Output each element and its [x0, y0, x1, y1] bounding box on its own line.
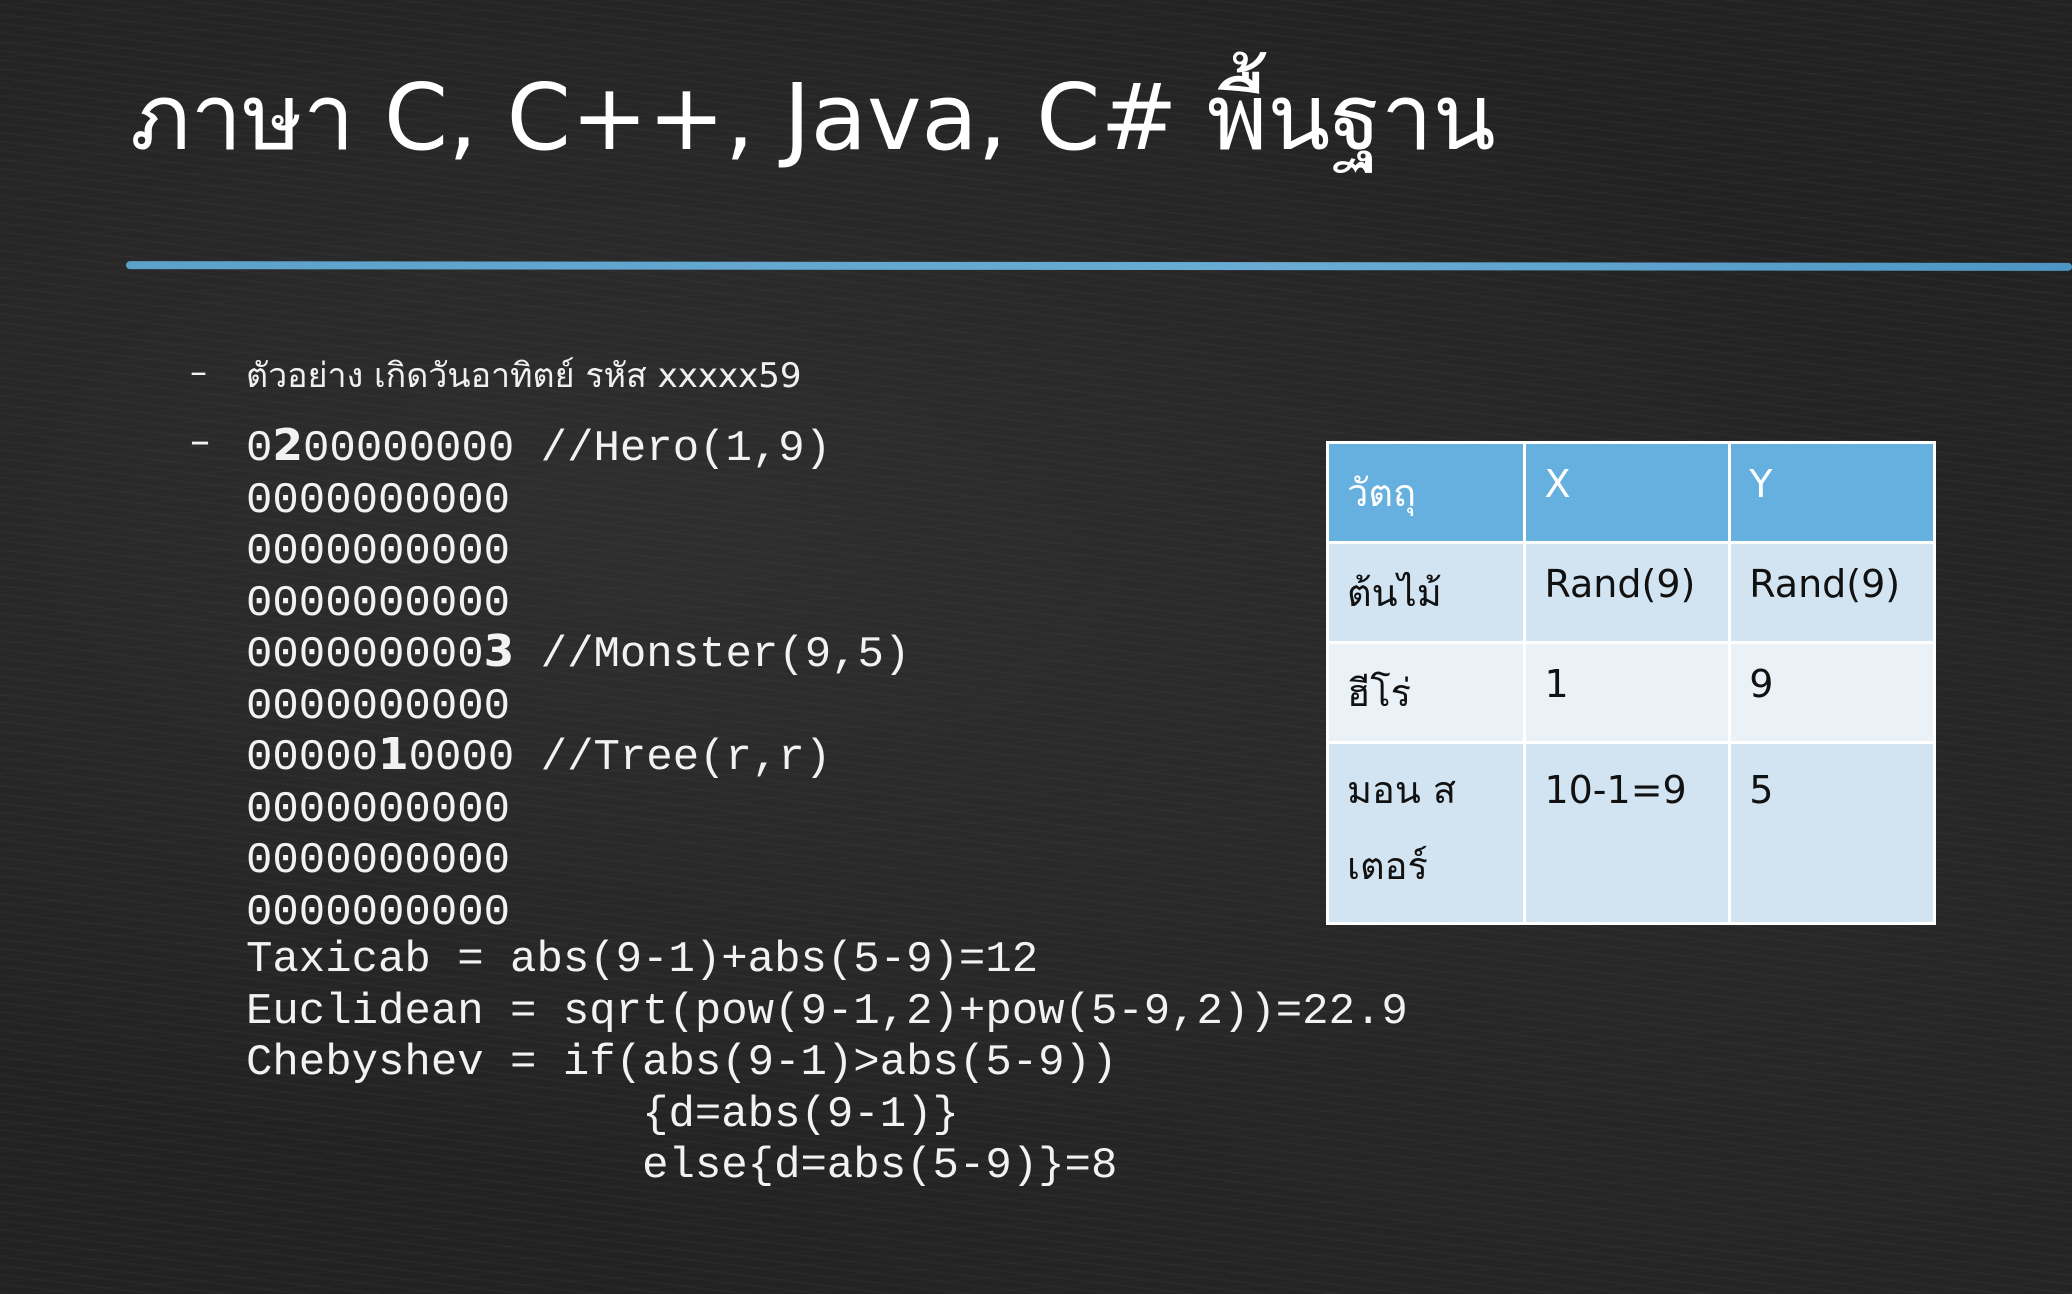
grid-row: 0000000000 [246, 578, 511, 629]
grid-row: 0000000000 [246, 527, 511, 577]
grid-row: 0200000000 //Hero(1,9) [246, 420, 832, 474]
table-row: ฮีโร่ 1 9 [1325, 641, 1936, 744]
formula-chebyshev-else: else{d=abs(5-9)}=8 [246, 1141, 1118, 1191]
cell-x: Rand(9) [1523, 541, 1732, 644]
grid-row: 0000010000 //Tree(r,r) [246, 729, 832, 783]
grid-row: 0000000000 [246, 681, 511, 732]
example-caption: ตัวอย่าง เกิดวันอาทิตย์ รหัส xxxxx59 [246, 356, 802, 396]
title-underline [125, 261, 2072, 271]
cell-y: Rand(9) [1728, 541, 1936, 644]
formula-chebyshev: Chebyshev = if(abs(9-1)>abs(5-9)) [246, 1038, 1118, 1088]
cell-y: 5 [1728, 741, 1936, 925]
cell-y: 9 [1728, 641, 1936, 744]
grid-row: 0000000000 [246, 887, 511, 938]
grid-row: 0000000000 [246, 784, 511, 835]
cell-object: ต้นไม้ [1325, 541, 1527, 644]
cell-object: ฮีโร่ [1325, 641, 1527, 744]
formula-chebyshev-then: {d=abs(9-1)} [246, 1089, 959, 1140]
object-position-table: วัตถุ X Y ต้นไม้ Rand(9) Rand(9) ฮีโร่ 1… [1325, 441, 1936, 925]
cell-x: 1 [1523, 641, 1732, 744]
grid-row: 0000000000 [246, 475, 511, 526]
table-row: ต้นไม้ Rand(9) Rand(9) [1325, 541, 1936, 644]
code-block: 0200000000 //Hero(1,9) 0000000000 00000000… [246, 420, 1408, 1193]
header-object: วัตถุ [1325, 441, 1527, 544]
grid-row: 0000000003 //Monster(9,5) [246, 626, 911, 680]
grid-row: 0000000000 [246, 836, 511, 886]
header-y: Y [1728, 441, 1936, 544]
bullet-dash-2: – [190, 418, 210, 464]
table-row: มอน สเตอร์ 10-1=9 5 [1325, 741, 1936, 925]
formula-euclidean: Euclidean = sqrt(pow(9-1,2)+pow(5-9,2))=… [246, 986, 1408, 1037]
bullet-dash-1: – [190, 352, 207, 392]
header-x: X [1523, 441, 1732, 544]
table-header-row: วัตถุ X Y [1325, 441, 1936, 544]
formula-taxicab: Taxicab = abs(9-1)+abs(5-9)=12 [246, 935, 1039, 985]
cell-x: 10-1=9 [1523, 741, 1732, 925]
slide-title: ภาษา C, C++, Java, C# พื้นฐาน [130, 64, 1496, 171]
cell-object: มอน สเตอร์ [1325, 741, 1527, 925]
